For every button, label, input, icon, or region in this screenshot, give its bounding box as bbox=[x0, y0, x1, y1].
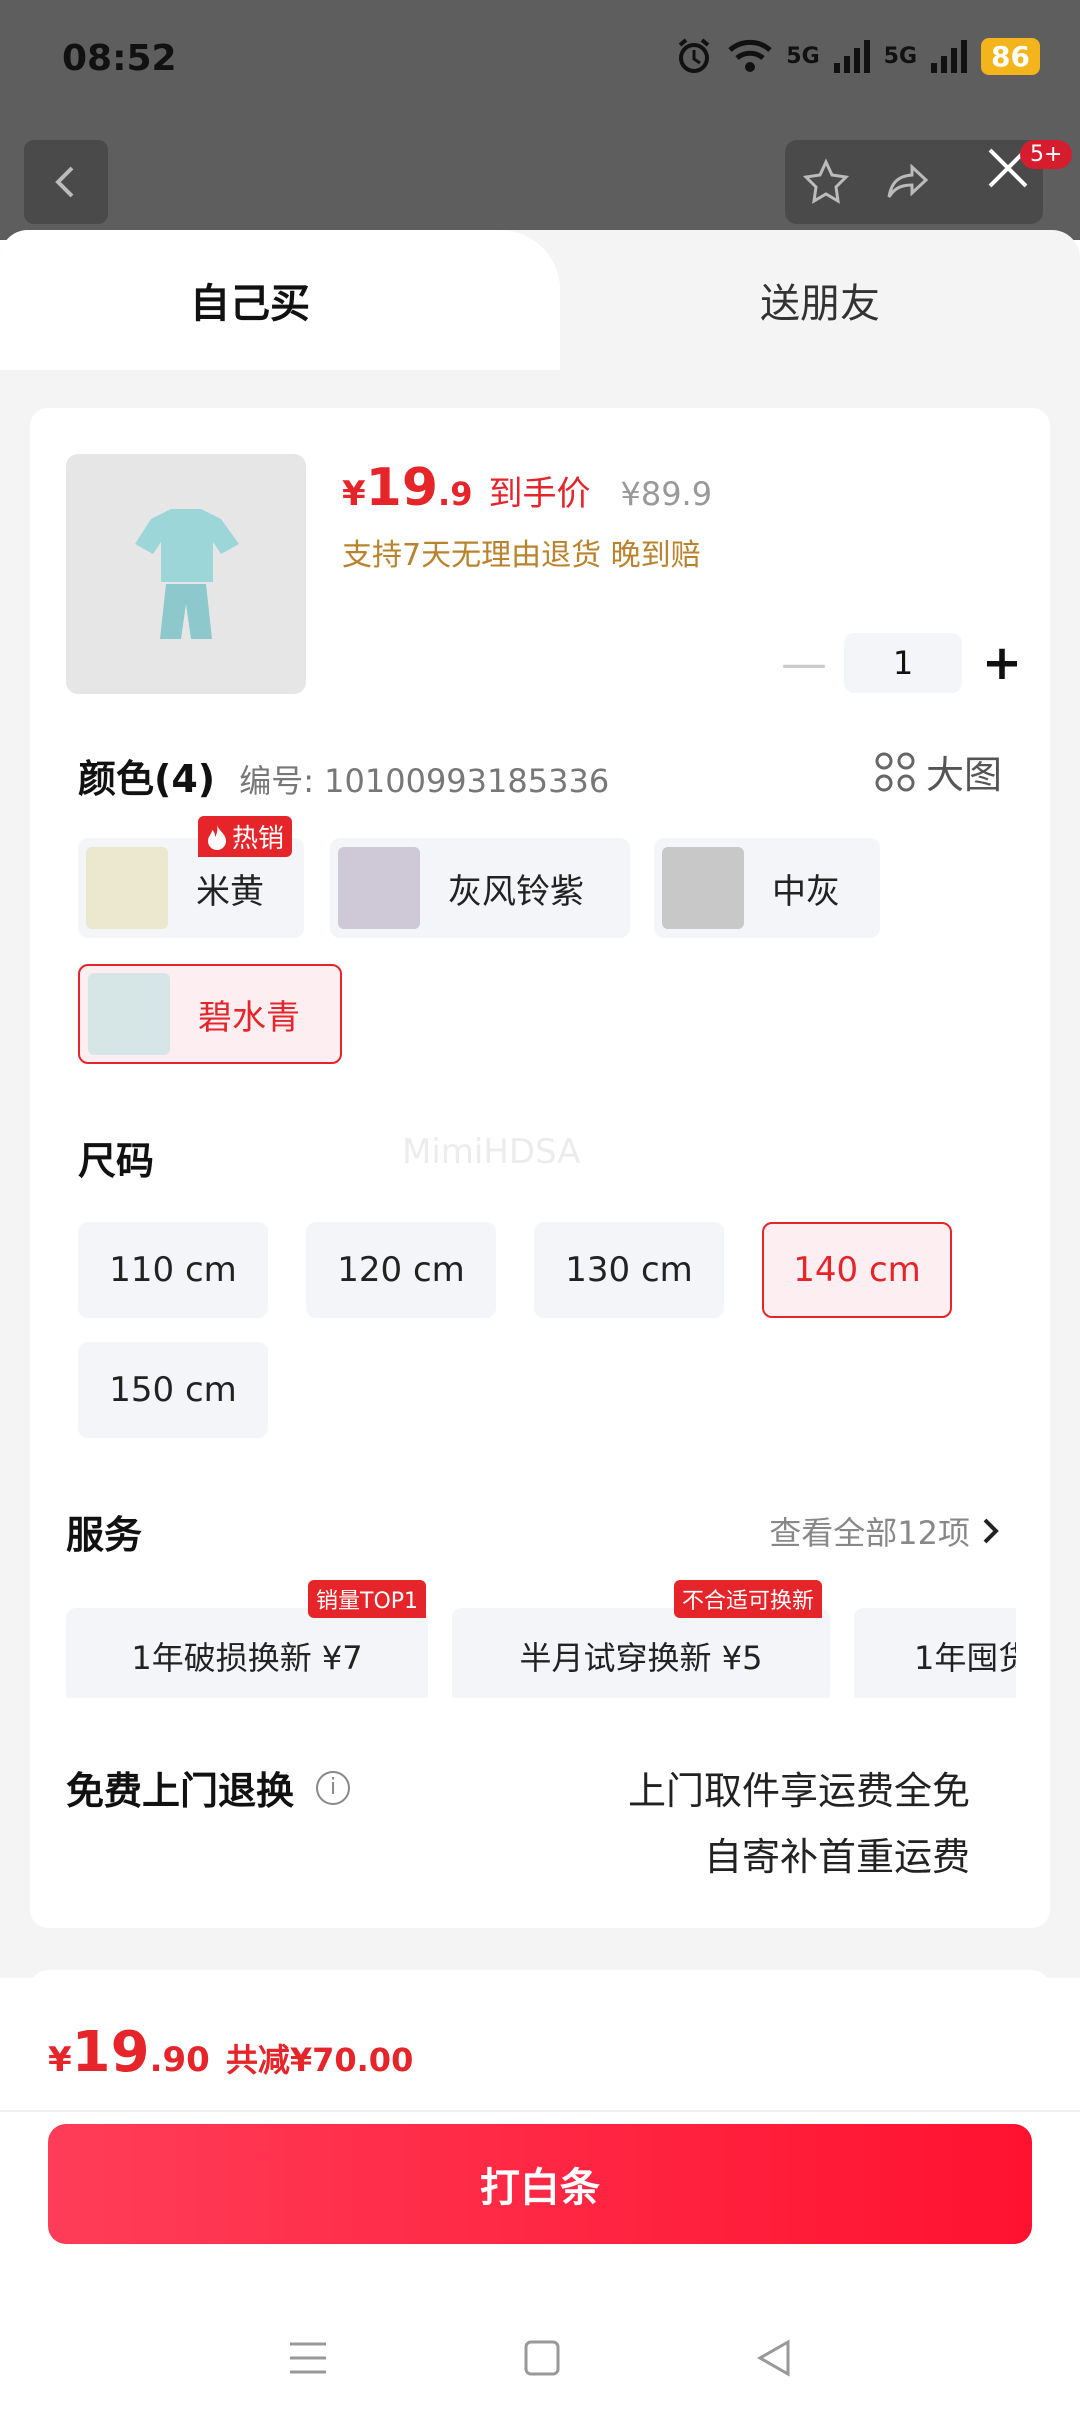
battery-indicator: 86 bbox=[981, 37, 1040, 75]
size-option[interactable]: 150 cm bbox=[78, 1342, 268, 1438]
big-picture-label: 大图 bbox=[925, 753, 1002, 797]
chevron-right-icon bbox=[983, 1518, 999, 1544]
signal-icon bbox=[833, 39, 870, 73]
view-all-label: 查看全部12项 bbox=[769, 1514, 970, 1552]
bottom-bar: ¥ 19 .90 共减¥70.00 打白条 bbox=[0, 1978, 1080, 2412]
price-decimal: .9 bbox=[438, 475, 473, 513]
service-tag: 销量TOP1 bbox=[308, 1580, 427, 1618]
color-option-label: 中灰 bbox=[772, 871, 840, 912]
total-decimal: .90 bbox=[149, 2040, 210, 2080]
hot-tag-label: 热销 bbox=[232, 824, 285, 854]
color-option-label: 碧水青 bbox=[198, 997, 300, 1038]
free-return-title: 免费上门退换 bbox=[66, 1769, 295, 1813]
service-option[interactable]: 1年破损换新 ¥7 bbox=[66, 1608, 428, 1698]
swatch-image bbox=[338, 847, 420, 929]
flame-icon bbox=[208, 824, 226, 850]
swatch-image bbox=[86, 847, 168, 929]
clothing-image bbox=[135, 509, 239, 639]
size-title: 尺码 bbox=[78, 1139, 155, 1183]
grid-icon bbox=[875, 752, 915, 791]
color-header: 颜色(4) 编号: 10100993185336 bbox=[78, 748, 609, 803]
wifi-icon bbox=[728, 39, 772, 72]
free-return-description: 上门取件享运费全免 自寄补首重运费 bbox=[628, 1758, 970, 1890]
quantity-stepper: — 1 + bbox=[774, 633, 1032, 693]
status-bar: 08:52 5G 5G 86 bbox=[0, 0, 1080, 120]
size-option-selected[interactable]: 140 cm bbox=[762, 1222, 952, 1318]
baitiao-pay-button[interactable]: 打白条 bbox=[48, 2124, 1032, 2244]
total-symbol: ¥ bbox=[48, 2040, 72, 2080]
color-option-label: 米黄 bbox=[196, 871, 264, 912]
service-tag: 不合适可换新 bbox=[674, 1580, 823, 1618]
divider bbox=[0, 2110, 1080, 2112]
tab-gift[interactable]: 送朋友 bbox=[560, 230, 1080, 370]
product-card: ¥ 19 .9 到手价 ¥89.9 支持7天无理由退货 晚到赔 — 1 + 颜色… bbox=[30, 408, 1050, 1928]
status-icons: 5G 5G 86 bbox=[674, 36, 1040, 76]
color-option[interactable]: 灰风铃紫 bbox=[330, 838, 630, 938]
price-row: ¥ 19 .9 到手价 ¥89.9 bbox=[342, 458, 712, 518]
size-option[interactable]: 120 cm bbox=[306, 1222, 496, 1318]
total-reduction: 共减¥70.00 bbox=[225, 2041, 414, 2079]
quantity-value[interactable]: 1 bbox=[844, 633, 962, 693]
back-triangle-icon[interactable] bbox=[754, 2338, 794, 2378]
signal-icon bbox=[931, 39, 968, 73]
original-price: ¥89.9 bbox=[620, 475, 713, 513]
total-integer: 19 bbox=[71, 2020, 150, 2085]
back-button[interactable] bbox=[24, 140, 108, 224]
decrease-button[interactable]: — bbox=[774, 633, 834, 693]
total-price: ¥ 19 .90 共减¥70.00 bbox=[48, 2020, 413, 2085]
increase-button[interactable]: + bbox=[972, 633, 1032, 693]
service-option[interactable]: 1年囤货 bbox=[854, 1608, 1016, 1698]
free-return-line-2: 自寄补首重运费 bbox=[703, 1835, 970, 1879]
network-label-1: 5G bbox=[786, 43, 820, 69]
service-option[interactable]: 半月试穿换新 ¥5 bbox=[452, 1608, 830, 1698]
services-title: 服务 bbox=[66, 1513, 143, 1557]
free-return-header: 免费上门退换 i bbox=[66, 1760, 351, 1815]
share-icon[interactable] bbox=[884, 157, 934, 207]
size-option[interactable]: 110 cm bbox=[78, 1222, 268, 1318]
size-option[interactable]: 130 cm bbox=[534, 1222, 724, 1318]
sku-number: 编号: 10100993185336 bbox=[239, 762, 610, 800]
chevron-left-icon bbox=[55, 166, 74, 198]
tab-self[interactable]: 自己买 bbox=[0, 230, 560, 370]
info-icon[interactable]: i bbox=[316, 1770, 351, 1805]
swatch-image bbox=[88, 973, 170, 1055]
sheet-body: ¥ 19 .9 到手价 ¥89.9 支持7天无理由退货 晚到赔 — 1 + 颜色… bbox=[0, 370, 1080, 2180]
service-promise: 支持7天无理由退货 晚到赔 bbox=[342, 538, 701, 573]
services-row: 1年破损换新 ¥7 半月试穿换新 ¥5 1年囤货 bbox=[66, 1598, 1016, 1698]
product-thumbnail[interactable] bbox=[66, 454, 306, 694]
alarm-icon bbox=[679, 38, 710, 73]
status-time: 08:52 bbox=[62, 38, 177, 79]
color-option-label: 灰风铃紫 bbox=[448, 871, 584, 912]
swatch-image bbox=[662, 847, 744, 929]
color-option-selected[interactable]: 碧水青 bbox=[78, 964, 342, 1064]
free-return-line-1: 上门取件享运费全免 bbox=[627, 1769, 970, 1813]
home-icon[interactable] bbox=[522, 2338, 562, 2378]
price-label: 到手价 bbox=[488, 474, 591, 514]
star-icon[interactable] bbox=[801, 157, 851, 207]
hot-tag: 热销 bbox=[198, 816, 293, 857]
notification-badge: 5+ bbox=[1020, 140, 1073, 169]
watermark: MimiHDSA bbox=[402, 1132, 581, 1172]
view-all-services-link[interactable]: 查看全部12项 bbox=[769, 1508, 1002, 1554]
color-option[interactable]: 中灰 bbox=[654, 838, 880, 938]
menu-icon[interactable] bbox=[286, 2338, 330, 2378]
price-integer: 19 bbox=[365, 458, 439, 518]
purchase-tabs: 送朋友 自己买 bbox=[0, 230, 1080, 370]
color-title: 颜色(4) bbox=[78, 757, 216, 801]
big-picture-button[interactable]: 大图 bbox=[874, 744, 1002, 799]
price-symbol: ¥ bbox=[342, 474, 366, 514]
network-label-2: 5G bbox=[883, 43, 918, 69]
system-nav-bar bbox=[0, 2308, 1080, 2408]
